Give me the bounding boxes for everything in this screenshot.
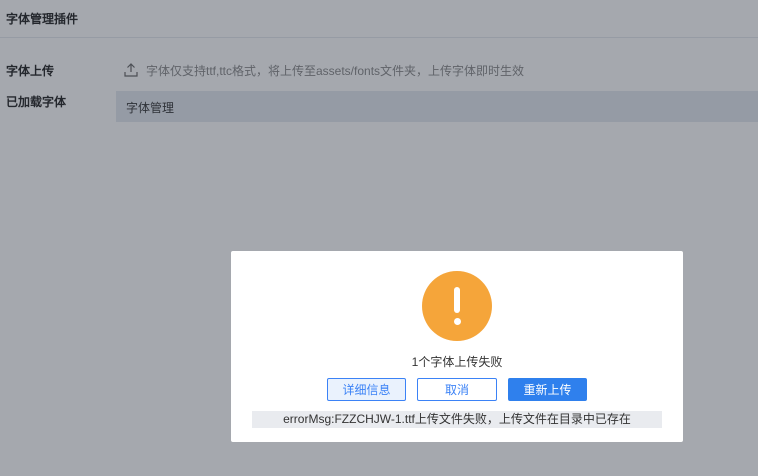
reupload-button[interactable]: 重新上传 bbox=[508, 378, 587, 401]
error-message: errorMsg:FZZCHJW-1.ttf上传文件失败，上传文件在目录中已存在 bbox=[252, 411, 662, 428]
detail-info-button[interactable]: 详细信息 bbox=[327, 378, 406, 401]
dialog-message: 1个字体上传失败 bbox=[411, 355, 503, 369]
cancel-button[interactable]: 取消 bbox=[417, 378, 497, 401]
upload-failed-dialog: 1个字体上传失败 详细信息 取消 重新上传 errorMsg:FZZCHJW-1… bbox=[231, 251, 683, 442]
warning-icon bbox=[422, 271, 492, 341]
